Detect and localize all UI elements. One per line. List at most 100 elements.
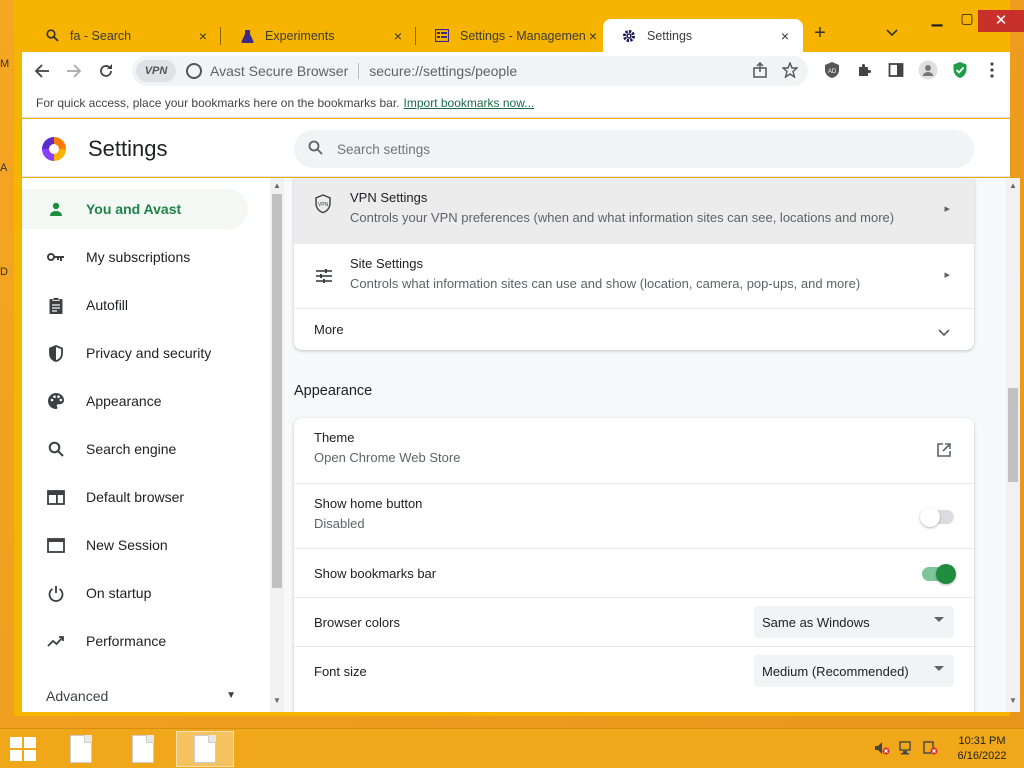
avast-logo: [42, 137, 66, 161]
new-tab-button[interactable]: +: [806, 22, 834, 45]
scrollbar-thumb[interactable]: [1008, 388, 1018, 482]
clock-date: 6/16/2022: [957, 750, 1007, 762]
url-text[interactable]: secure://settings/people: [369, 63, 517, 79]
divider: [358, 63, 360, 79]
menu-kebab-icon[interactable]: [982, 60, 1002, 80]
caret-down-icon: ▼: [226, 690, 236, 701]
font-size-select[interactable]: Medium (Recommended): [754, 655, 954, 687]
sidebar-advanced-toggle[interactable]: Advanced ▼: [46, 688, 236, 704]
search-icon: [46, 439, 66, 459]
row-subtitle: Open Chrome Web Store: [314, 450, 461, 465]
sidebar-item-label: Search engine: [86, 441, 177, 457]
close-icon[interactable]: ×: [777, 28, 793, 44]
taskbar-app-document-active[interactable]: [176, 731, 234, 767]
action-center-icon[interactable]: [922, 740, 938, 759]
taskbar-app-document[interactable]: [114, 731, 172, 767]
volume-muted-icon[interactable]: [874, 740, 890, 759]
sidebar-item-privacy-security[interactable]: Privacy and security: [22, 333, 248, 373]
sidebar-item-default-browser[interactable]: Default browser: [22, 477, 248, 517]
close-icon[interactable]: ×: [195, 28, 211, 44]
sidebar-item-appearance[interactable]: Appearance: [22, 381, 248, 421]
sidebar-item-label: New Session: [86, 537, 168, 553]
tab-settings-management[interactable]: Settings - Management ×: [416, 19, 611, 52]
vpn-settings-row[interactable]: VPN VPN Settings Controls your VPN prefe…: [294, 178, 974, 243]
sidebar-item-performance[interactable]: Performance: [22, 621, 248, 661]
svg-text:AD: AD: [828, 69, 837, 75]
tab-experiments[interactable]: Experiments ×: [221, 19, 416, 52]
side-panel-icon[interactable]: [886, 60, 906, 80]
scrollbar-thumb[interactable]: [272, 194, 282, 588]
taskbar-app-document[interactable]: [52, 731, 110, 767]
browser-colors-select[interactable]: Same as Windows: [754, 606, 954, 638]
profile-avatar-icon[interactable]: [918, 60, 938, 80]
system-clock[interactable]: 10:31 PM 6/16/2022: [950, 734, 1014, 764]
row-subtitle: Controls your VPN preferences (when and …: [350, 210, 895, 225]
row-title: Show bookmarks bar: [314, 566, 437, 581]
import-bookmarks-link[interactable]: Import bookmarks now...: [404, 96, 535, 110]
flask-icon: [239, 28, 255, 44]
share-icon[interactable]: [752, 61, 768, 82]
theme-row[interactable]: Theme Open Chrome Web Store: [294, 418, 974, 483]
site-settings-row[interactable]: Site Settings Controls what information …: [294, 243, 974, 308]
tab-label: Experiments: [265, 28, 335, 43]
bookmark-star-icon[interactable]: [781, 61, 799, 82]
browser-icon: [46, 487, 66, 507]
site-info-icon[interactable]: [186, 63, 202, 79]
home-button-row: Show home button Disabled: [294, 483, 974, 548]
sidebar-item-autofill[interactable]: Autofill: [22, 285, 248, 325]
sidebar-item-search-engine[interactable]: Search engine: [22, 429, 248, 469]
minimize-button[interactable]: ▁: [922, 10, 952, 32]
arrow-right-icon: [67, 64, 82, 78]
chevron-right-icon: ▸: [944, 269, 950, 281]
back-button[interactable]: [26, 55, 58, 87]
search-settings-box[interactable]: [294, 130, 974, 168]
tab-search[interactable]: fa - Search ×: [26, 19, 221, 52]
security-shield-icon[interactable]: [950, 60, 970, 80]
scroll-up-icon[interactable]: ▲: [1009, 181, 1017, 190]
tab-settings[interactable]: Settings ×: [603, 19, 803, 52]
sliders-icon: [316, 268, 332, 287]
start-button[interactable]: [10, 737, 38, 763]
network-icon[interactable]: [898, 740, 914, 759]
sidebar-item-you-and-avast[interactable]: You and Avast: [22, 189, 248, 229]
page-title: Settings: [88, 136, 168, 161]
sidebar-item-on-startup[interactable]: On startup: [22, 573, 248, 613]
address-bar[interactable]: VPN Avast Secure Browser secure://settin…: [132, 56, 808, 86]
sidebar-scrollbar[interactable]: ▲ ▼: [270, 178, 284, 712]
browser-brand-label: Avast Secure Browser: [210, 63, 349, 79]
settings-main: VPN VPN Settings Controls your VPN prefe…: [284, 178, 1006, 712]
row-title: Show home button: [314, 496, 423, 511]
more-row[interactable]: More: [294, 308, 974, 350]
extensions-icon[interactable]: [854, 60, 874, 80]
windows-logo-icon: [10, 737, 22, 748]
home-button-toggle[interactable]: [920, 507, 954, 527]
reload-button[interactable]: [90, 55, 122, 87]
search-input[interactable]: [337, 141, 937, 157]
close-window-button[interactable]: ✕: [978, 10, 1024, 32]
caret-down-icon: [934, 617, 944, 622]
tab-search-dropdown-icon[interactable]: [886, 26, 898, 40]
document-icon: [194, 735, 216, 763]
appearance-card: Theme Open Chrome Web Store Show home bu…: [294, 418, 974, 712]
forward-button[interactable]: [58, 55, 90, 87]
bookmarks-bar: For quick access, place your bookmarks h…: [22, 90, 1010, 118]
ad-block-icon[interactable]: AD: [822, 60, 842, 80]
close-icon[interactable]: ×: [390, 28, 406, 44]
sidebar-item-subscriptions[interactable]: My subscriptions: [22, 237, 248, 277]
tab-label: Settings - Management: [460, 28, 585, 43]
scroll-down-icon[interactable]: ▼: [273, 696, 281, 705]
palette-icon: [46, 391, 66, 411]
scroll-down-icon[interactable]: ▼: [1009, 696, 1017, 705]
row-subtitle: Controls what information sites can use …: [350, 276, 861, 291]
sidebar-item-new-session[interactable]: New Session: [22, 525, 248, 565]
vpn-button[interactable]: VPN: [136, 60, 176, 82]
scroll-up-icon[interactable]: ▲: [273, 181, 281, 190]
toggle-knob: [920, 507, 940, 527]
chevron-down-icon: [938, 325, 950, 340]
main-scrollbar[interactable]: ▲ ▼: [1006, 178, 1020, 712]
close-icon[interactable]: ×: [585, 28, 601, 44]
external-link-icon[interactable]: [936, 442, 952, 461]
select-value: Medium (Recommended): [762, 663, 909, 679]
sidebar-item-label: Performance: [86, 633, 167, 649]
bookmarks-bar-toggle[interactable]: [922, 564, 956, 584]
